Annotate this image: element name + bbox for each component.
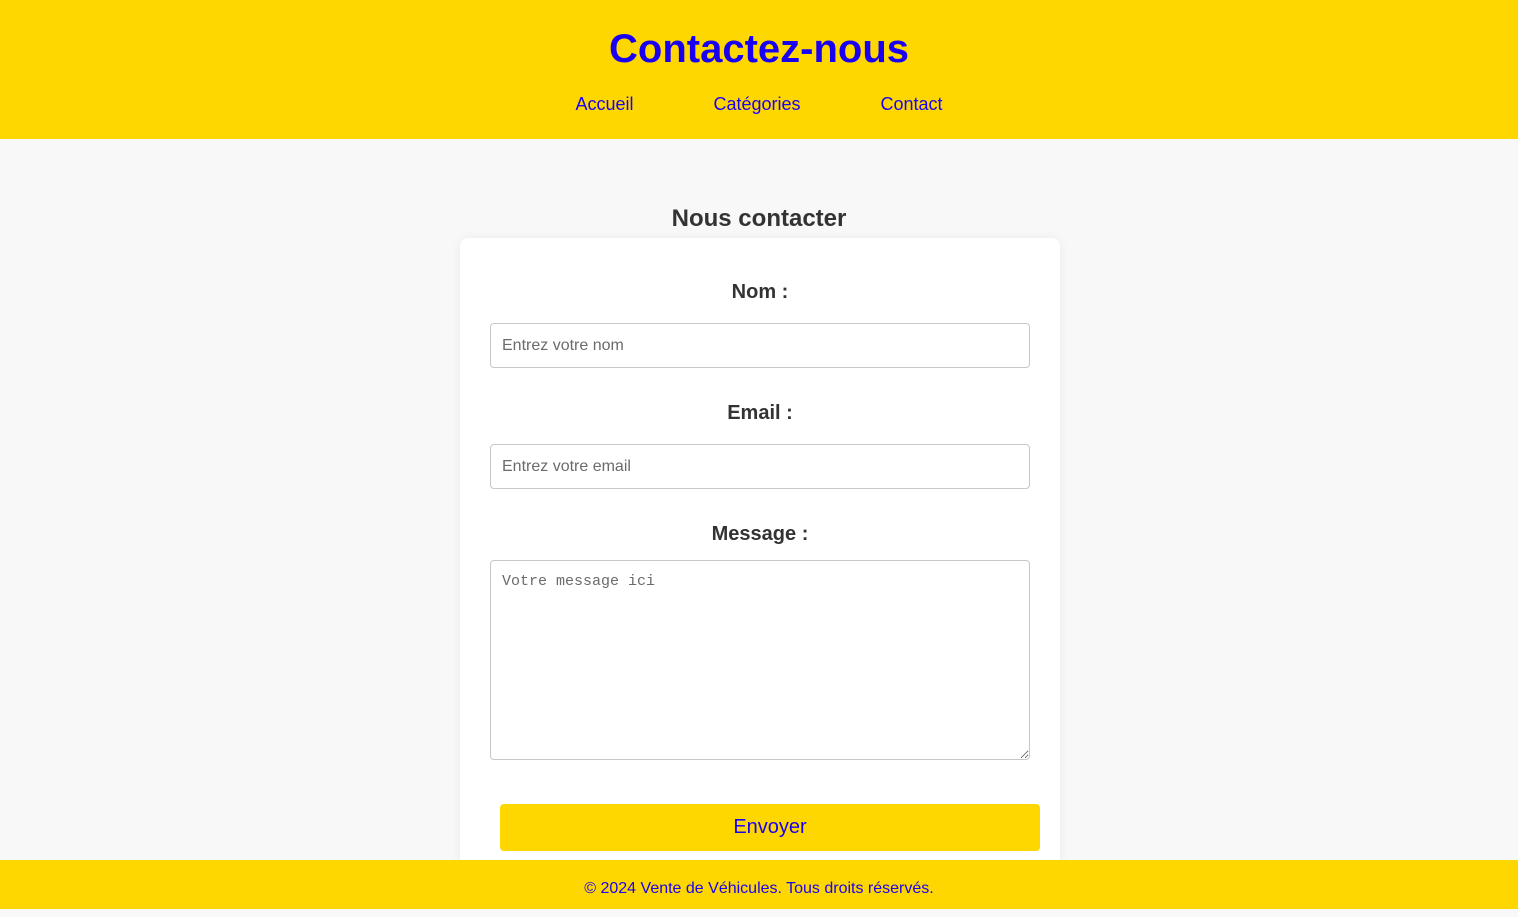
- section-title: Nous contacter: [671, 205, 847, 232]
- copyright-text: © 2024 Vente de Véhicules. Tous droits r…: [584, 880, 934, 897]
- message-textarea[interactable]: [490, 560, 1030, 760]
- submit-button[interactable]: Envoyer: [500, 804, 1040, 851]
- message-label: Message :: [711, 523, 809, 545]
- email-label: Email :: [727, 402, 793, 424]
- email-input[interactable]: [490, 444, 1030, 489]
- name-input[interactable]: [490, 323, 1030, 368]
- page-title: Contactez-nous: [609, 27, 909, 71]
- main-nav: Accueil Catégories Contact: [0, 94, 1518, 115]
- nav-link-categories[interactable]: Catégories: [713, 94, 800, 115]
- nav-link-accueil[interactable]: Accueil: [575, 94, 633, 115]
- site-footer: © 2024 Vente de Véhicules. Tous droits r…: [0, 860, 1518, 909]
- contact-form: Nom : Email : Message : Envoyer: [460, 238, 1060, 878]
- name-label: Nom :: [731, 281, 789, 303]
- site-header: Contactez-nous Accueil Catégories Contac…: [0, 0, 1518, 139]
- nav-link-contact[interactable]: Contact: [881, 94, 943, 115]
